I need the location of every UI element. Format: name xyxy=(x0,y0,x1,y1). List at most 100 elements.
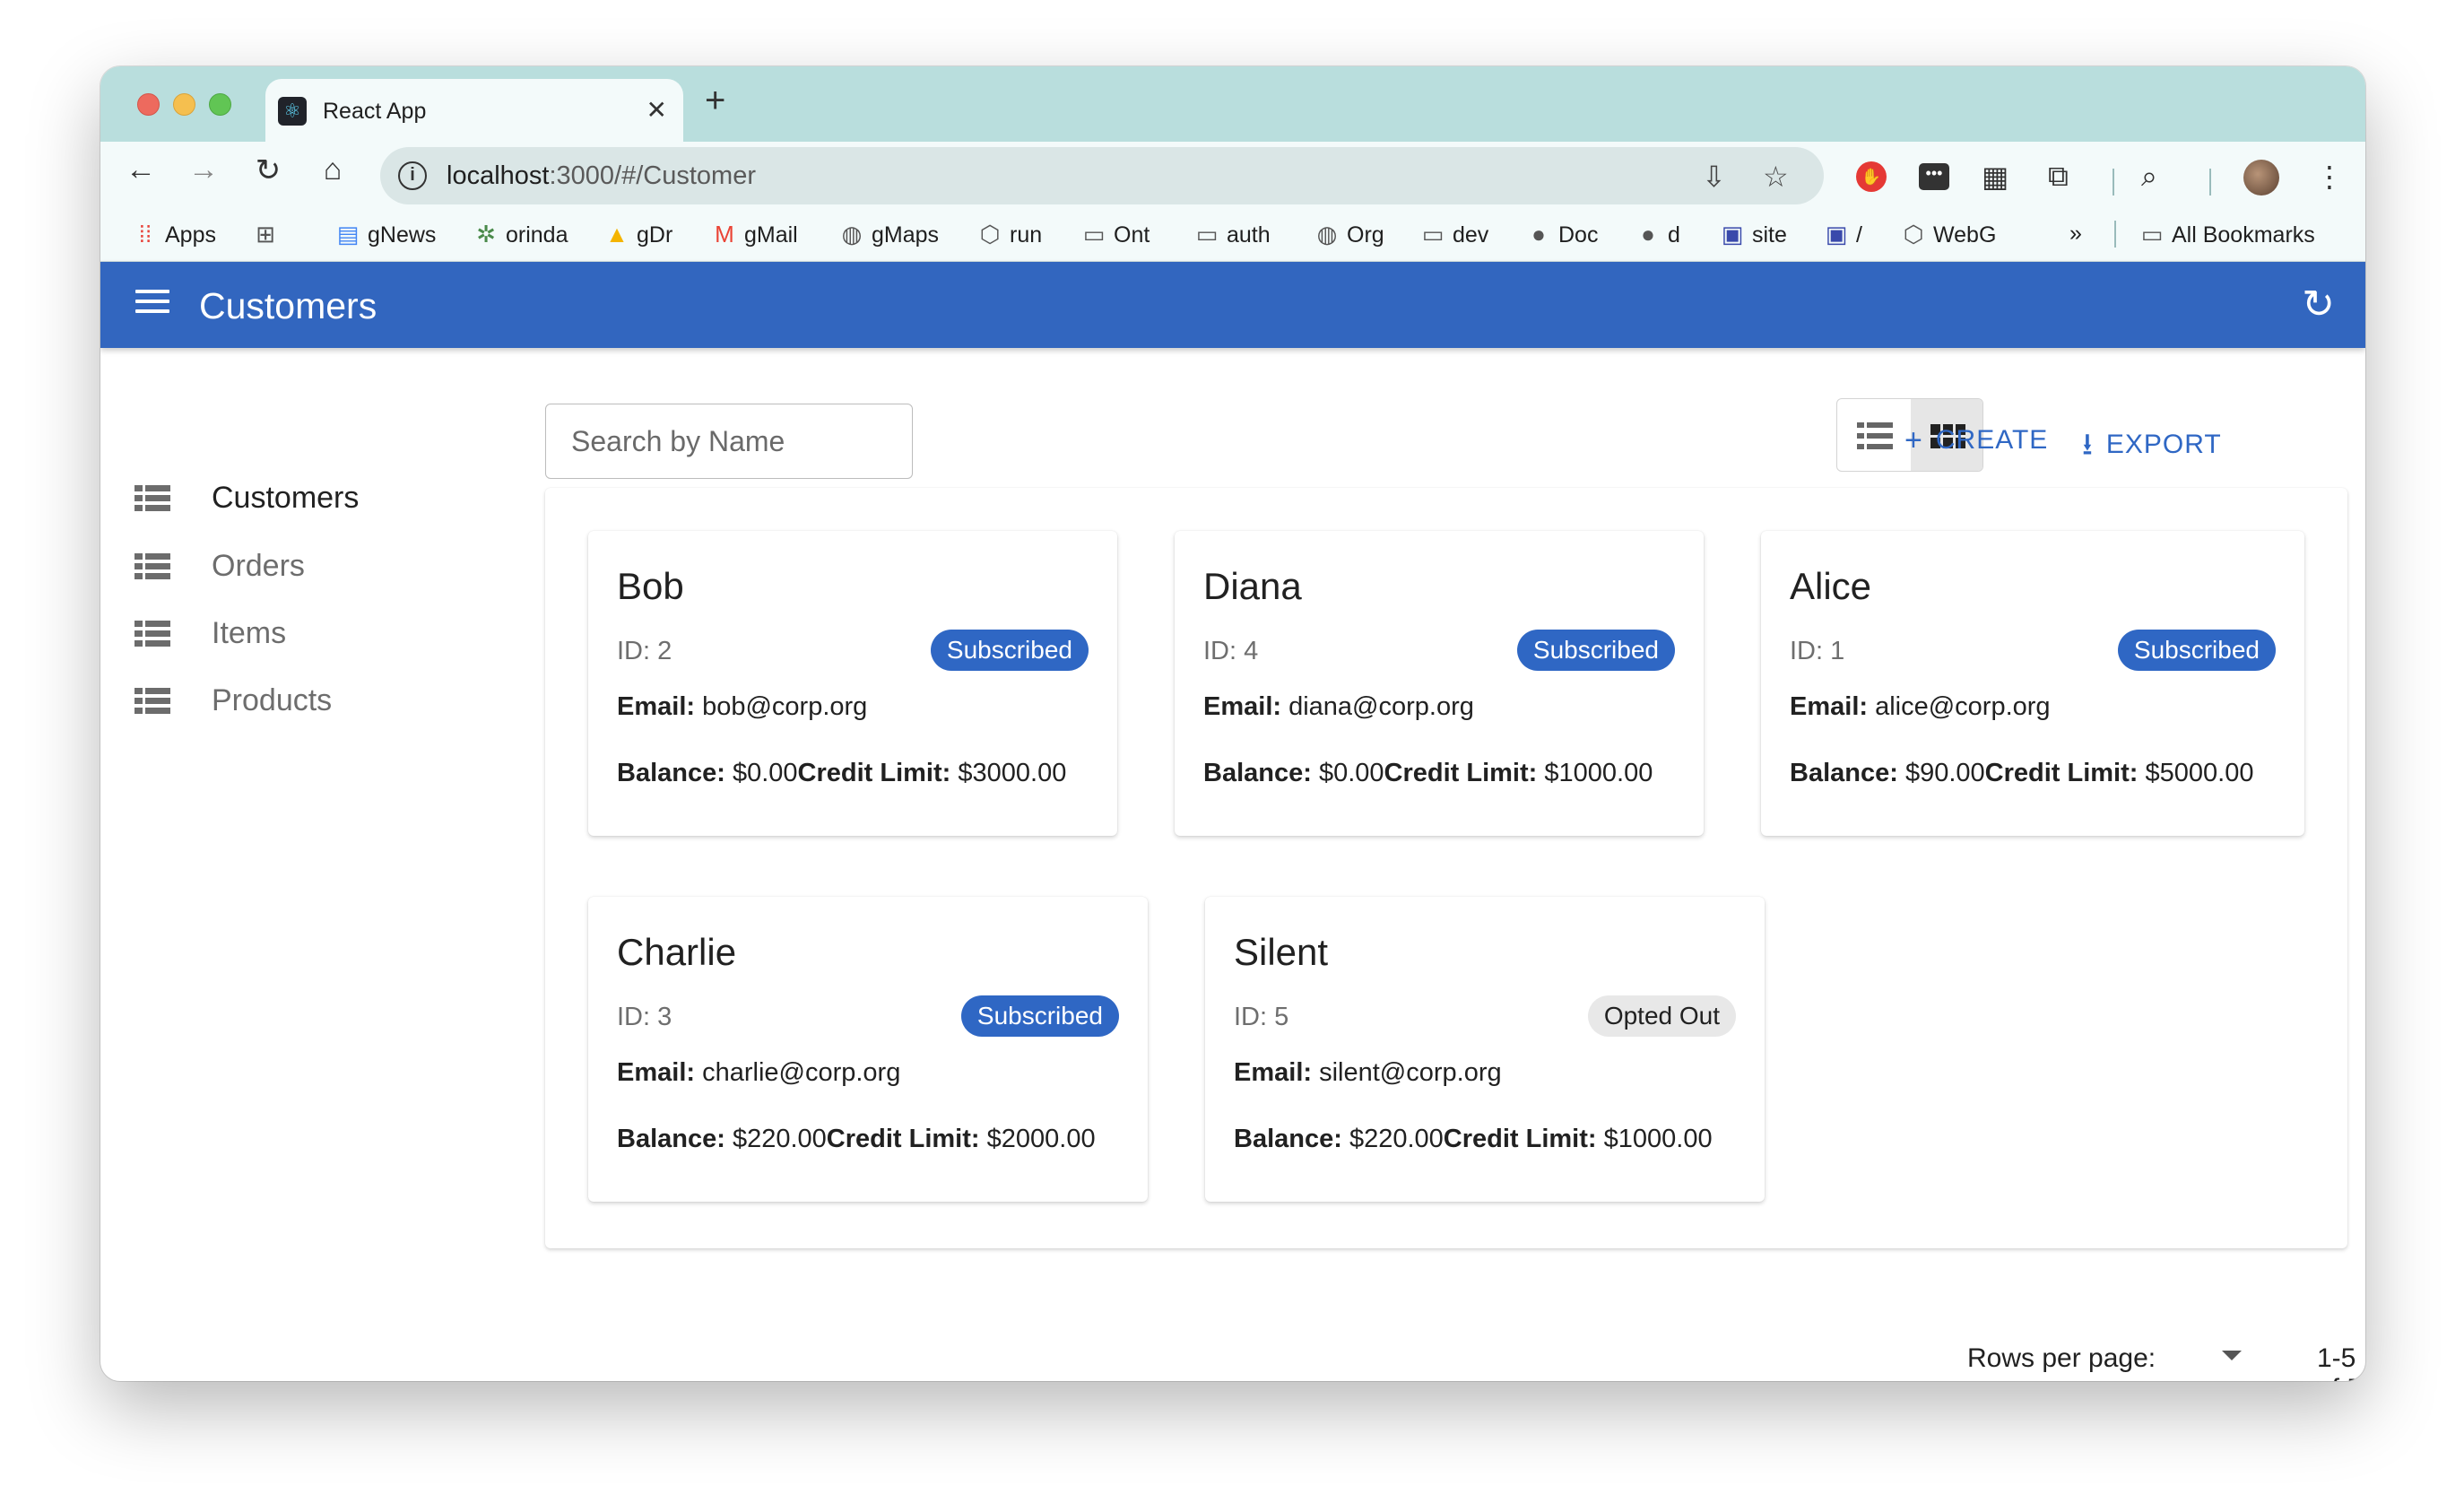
home-icon[interactable]: ⌂ xyxy=(312,152,353,187)
forward-icon[interactable]: → xyxy=(183,152,224,187)
bookmark-auth[interactable]: ▭ auth xyxy=(1194,221,1271,248)
list-icon xyxy=(134,484,170,513)
bookmark-apps[interactable]: ⁞⁞ Apps xyxy=(133,221,216,248)
bookmark-org[interactable]: ◍ Org xyxy=(1314,221,1384,248)
menu-icon[interactable] xyxy=(133,283,172,323)
customer-id: ID: 5 xyxy=(1234,1003,1289,1031)
bookmark-orinda[interactable]: ✲ orinda xyxy=(473,221,568,248)
drive-icon: ▲ xyxy=(605,221,629,248)
rows-per-page-dropdown-icon[interactable] xyxy=(2222,1351,2242,1360)
new-tab-icon[interactable]: + xyxy=(705,81,725,121)
tab-strip: ⚛ React App ✕ + xyxy=(100,66,2365,143)
bookmark-gmaps[interactable]: ◍ gMaps xyxy=(839,221,939,248)
refresh-icon[interactable]: ↻ xyxy=(2302,282,2335,327)
customer-balance: Balance: $220.00Credit Limit: $2000.00 xyxy=(617,1125,1096,1153)
github-icon: ● xyxy=(1641,221,1655,248)
sidebar-item-label: Customers xyxy=(212,481,360,515)
tab-title: React App xyxy=(323,99,427,124)
more-bookmarks-icon[interactable]: » xyxy=(2069,221,2082,247)
back-icon[interactable]: ← xyxy=(120,152,161,187)
globe-icon: ◍ xyxy=(1316,221,1338,248)
menu-kebab-icon[interactable]: ⋮ xyxy=(2315,160,2344,194)
list-icon xyxy=(134,552,170,581)
search-input[interactable] xyxy=(546,404,912,478)
grid-icon: ⊞ xyxy=(256,221,275,248)
cast-extension-icon[interactable]: ▦ xyxy=(1982,160,2009,194)
sidebar-item-products[interactable]: Products xyxy=(134,674,511,728)
maximize-window-button[interactable] xyxy=(209,93,231,116)
customer-card[interactable]: Silent ID: 5 Opted Out Email: silent@cor… xyxy=(1205,897,1765,1202)
google-news-icon: ▤ xyxy=(336,221,360,248)
sidebar-item-items[interactable]: Items xyxy=(134,607,511,661)
list-view-icon xyxy=(1857,422,1893,449)
status-badge: Subscribed xyxy=(960,995,1119,1037)
sidebar-item-orders[interactable]: Orders xyxy=(134,540,511,594)
bookmark-star-icon[interactable]: ☆ xyxy=(1763,160,1789,194)
customer-grid: Bob ID: 2 Subscribed Email: bob@corp.org… xyxy=(545,488,2347,1248)
bookmark-grid[interactable]: ⊞ xyxy=(253,221,285,248)
reload-icon[interactable]: ↻ xyxy=(247,152,289,188)
bookmark-run[interactable]: ⬡ run xyxy=(977,221,1043,248)
customer-card[interactable]: Alice ID: 1 Subscribed Email: alice@corp… xyxy=(1761,531,2304,836)
search-field[interactable] xyxy=(545,404,913,479)
customer-email: Email: alice@corp.org xyxy=(1790,692,2051,721)
bookmark-site[interactable]: ▣ site xyxy=(1720,221,1787,248)
site-icon: ▣ xyxy=(1721,221,1744,248)
close-window-button[interactable] xyxy=(137,93,160,116)
customer-card[interactable]: Diana ID: 4 Subscribed Email: diana@corp… xyxy=(1175,531,1704,836)
extensions-puzzle-icon[interactable]: ⧉ xyxy=(2048,160,2069,194)
browser-toolbar: ← → ↻ ⌂ i localhost:3000/#/Customer ⇩ ☆ … xyxy=(100,142,2365,208)
download-icon: ⭳ xyxy=(2082,428,2094,462)
globe-icon: ◍ xyxy=(841,221,863,248)
profile-avatar[interactable] xyxy=(2243,160,2279,196)
bookmark-ont[interactable]: ▭ Ont xyxy=(1081,221,1150,248)
customer-name: Bob xyxy=(617,565,684,607)
ublock-extension-icon[interactable]: ✋ xyxy=(1856,161,1887,192)
browser-tab[interactable]: ⚛ React App ✕ xyxy=(265,79,683,143)
bookmark-webg[interactable]: ⬡ WebG xyxy=(1901,221,1997,248)
address-bar[interactable]: i localhost:3000/#/Customer ⇩ ☆ xyxy=(380,147,1824,204)
bookmark-doc[interactable]: ● Doc xyxy=(1526,221,1598,248)
apps-grid-icon: ⁞⁞ xyxy=(138,221,152,248)
tab-close-icon[interactable]: ✕ xyxy=(646,95,667,125)
customer-balance: Balance: $0.00Credit Limit: $3000.00 xyxy=(617,759,1067,787)
customer-name: Alice xyxy=(1790,565,1872,607)
folder-icon: ▭ xyxy=(1195,221,1219,248)
status-badge: Subscribed xyxy=(1516,630,1675,671)
sidebar-item-label: Products xyxy=(212,683,333,717)
sidebar-item-label: Items xyxy=(212,616,287,650)
customer-card[interactable]: Charlie ID: 3 Subscribed Email: charlie@… xyxy=(588,897,1148,1202)
bookmark-gnews[interactable]: ▤ gNews xyxy=(335,221,437,248)
bookmark-gmail[interactable]: MgMail xyxy=(712,221,798,248)
folder-icon: ▭ xyxy=(2140,221,2164,248)
pagination-range: 1-5 of 5 xyxy=(2317,1343,2362,1381)
bookmark-gdr[interactable]: ▲ gDr xyxy=(604,221,672,248)
bookmark-slash[interactable]: ▣ / xyxy=(1824,221,1862,248)
site-info-icon[interactable]: i xyxy=(398,161,427,190)
create-button[interactable]: + CREATE xyxy=(1904,423,2048,458)
export-button[interactable]: ⭳ EXPORT xyxy=(2082,423,2222,474)
bookmark-d[interactable]: ● d xyxy=(1635,221,1680,248)
status-badge: Subscribed xyxy=(2117,630,2276,671)
customer-id: ID: 4 xyxy=(1203,637,1259,665)
customer-card[interactable]: Bob ID: 2 Subscribed Email: bob@corp.org… xyxy=(588,531,1117,836)
bookmarks-divider xyxy=(2114,221,2116,248)
list-icon xyxy=(134,687,170,716)
customer-email: Email: diana@corp.org xyxy=(1203,692,1474,721)
page-title: Customers xyxy=(199,285,377,326)
bookmark-all[interactable]: ▭ All Bookmarks xyxy=(2139,221,2315,248)
sidebar-item-customers[interactable]: Customers xyxy=(134,472,511,526)
list-view-button[interactable] xyxy=(1837,399,1911,471)
install-app-icon[interactable]: ⇩ xyxy=(1702,160,1726,194)
toolbar-divider xyxy=(2209,169,2211,196)
minimize-window-button[interactable] xyxy=(173,93,195,116)
customer-name: Diana xyxy=(1203,565,1302,607)
bookmark-dev[interactable]: ▭ dev xyxy=(1420,221,1489,248)
customer-id: ID: 2 xyxy=(617,637,672,665)
list-icon xyxy=(134,620,170,648)
url-text[interactable]: localhost:3000/#/Customer xyxy=(447,161,756,191)
customer-email: Email: bob@corp.org xyxy=(617,692,868,721)
password-extension-icon[interactable]: ••• xyxy=(1919,163,1949,190)
search-tab-icon[interactable]: ⌕ xyxy=(2141,160,2157,194)
github-icon: ● xyxy=(1531,221,1546,248)
